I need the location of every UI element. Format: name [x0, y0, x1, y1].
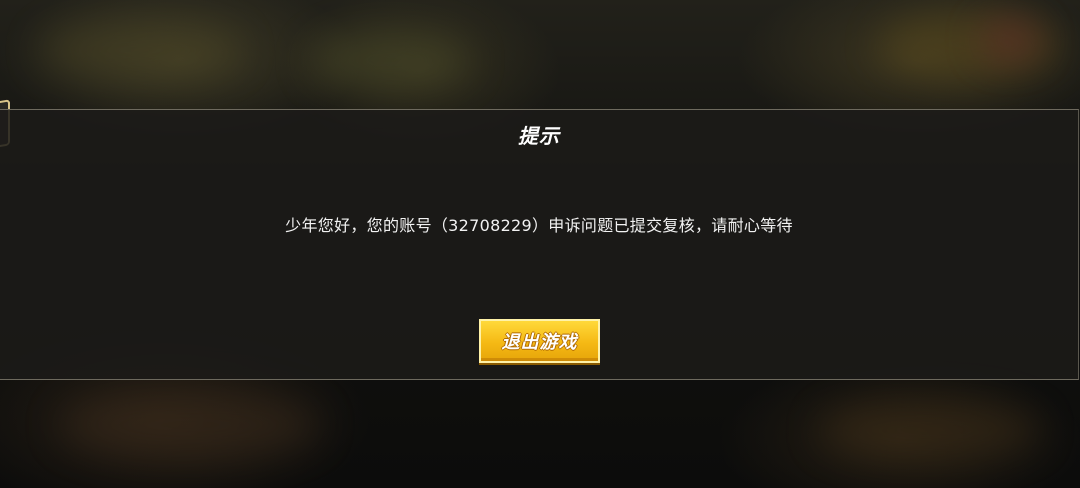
dialog-message: 少年您好，您的账号（32708229）申诉问题已提交复核，请耐心等待	[285, 216, 793, 235]
blurred-background-shape	[40, 20, 240, 80]
blurred-background-shape	[310, 30, 470, 90]
notice-dialog: 提示 少年您好，您的账号（32708229）申诉问题已提交复核，请耐心等待 退出…	[0, 109, 1079, 380]
dialog-title: 提示	[518, 124, 560, 148]
exit-game-button-label: 退出游戏	[501, 332, 578, 353]
blurred-background-shape	[60, 390, 320, 460]
game-screen: 提示 少年您好，您的账号（32708229）申诉问题已提交复核，请耐心等待 退出…	[0, 0, 1080, 488]
blurred-background-shape	[820, 400, 1040, 460]
exit-game-button[interactable]: 退出游戏	[479, 319, 600, 363]
blurred-background-shape	[980, 20, 1040, 60]
